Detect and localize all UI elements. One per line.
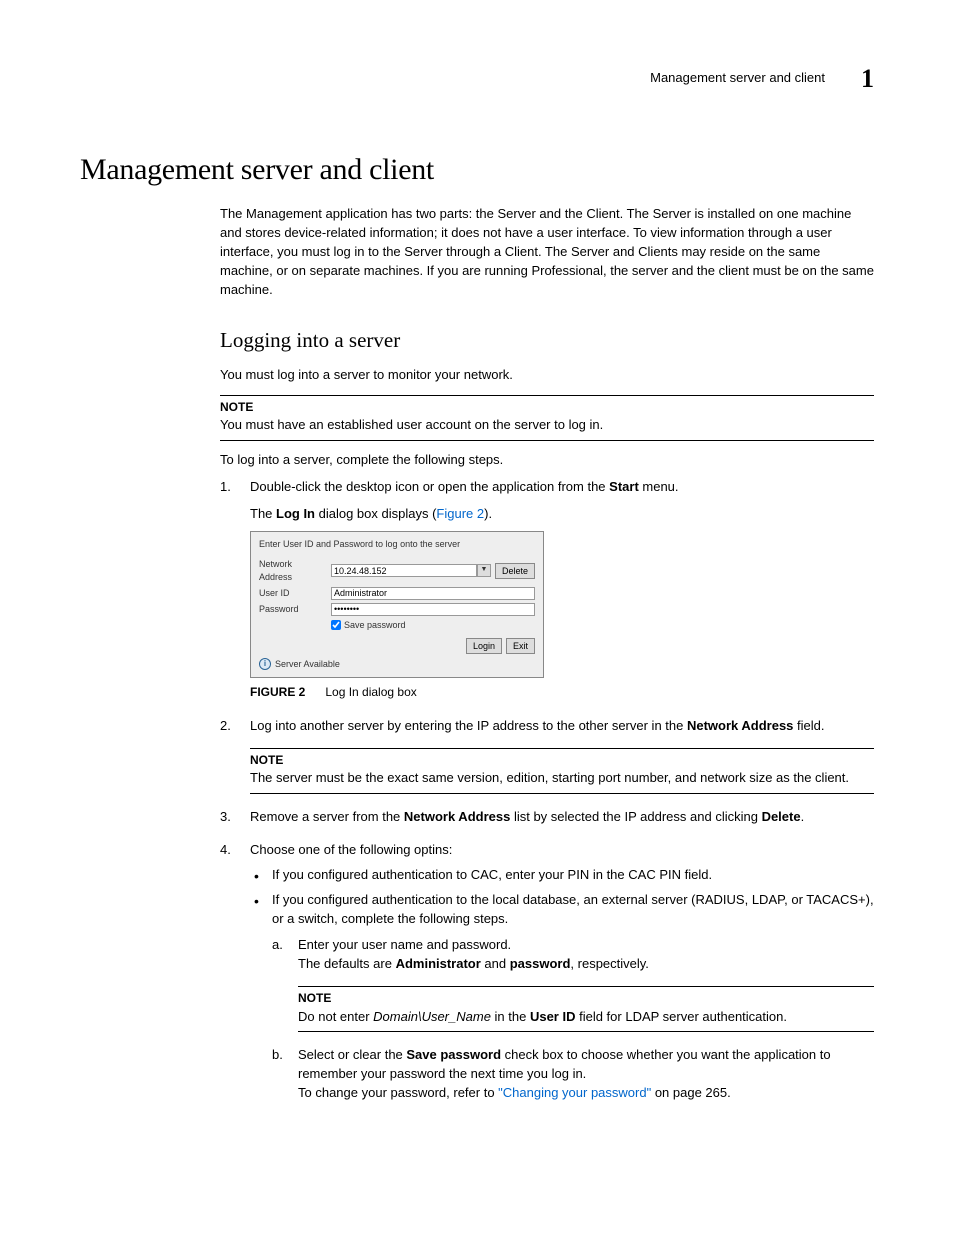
note-text: You must have an established user accoun… — [220, 416, 874, 435]
step-4: Choose one of the following optins: If y… — [220, 841, 874, 1103]
login-dialog: Enter User ID and Password to log onto t… — [250, 531, 544, 677]
figure-2-link[interactable]: Figure 2 — [436, 506, 484, 521]
user-id-input[interactable] — [331, 587, 535, 600]
step-3: Remove a server from the Network Address… — [220, 808, 874, 827]
note-block-3: NOTE Do not enter Domain\User_Name in th… — [298, 986, 874, 1032]
bullet-localdb: If you configured authentication to the … — [250, 891, 874, 1103]
network-address-label: Network Address — [259, 558, 327, 584]
page-title: Management server and client — [80, 148, 874, 192]
password-label: Password — [259, 603, 327, 616]
user-id-label: User ID — [259, 587, 327, 600]
note-label: NOTE — [220, 399, 874, 416]
login-button[interactable]: Login — [466, 638, 502, 654]
bullet-cac: If you configured authentication to CAC,… — [250, 866, 874, 885]
note-block-1: NOTE You must have an established user a… — [220, 395, 874, 441]
step-2: Log into another server by entering the … — [220, 717, 874, 794]
step-1-sub: The Log In dialog box displays (Figure 2… — [250, 505, 874, 524]
running-title: Management server and client — [650, 69, 825, 88]
chapter-number: 1 — [861, 60, 874, 98]
save-password-checkbox[interactable] — [331, 620, 341, 630]
status-text: Server Available — [275, 658, 340, 671]
delete-button[interactable]: Delete — [495, 563, 535, 579]
dialog-instruction: Enter User ID and Password to log onto t… — [259, 538, 535, 551]
note-block-2: NOTE The server must be the exact same v… — [250, 748, 874, 794]
intro-paragraph: The Management application has two parts… — [220, 205, 874, 299]
substep-a: Enter your user name and password. The d… — [272, 936, 874, 1032]
changing-password-link[interactable]: "Changing your password" — [498, 1085, 651, 1100]
section-title: Logging into a server — [220, 325, 874, 355]
network-address-input[interactable] — [331, 564, 477, 577]
figure-caption: FIGURE 2Log In dialog box — [250, 684, 874, 701]
dropdown-button[interactable]: ▼ — [477, 564, 491, 577]
substep-b: Select or clear the Save password check … — [272, 1046, 874, 1103]
step-1: Double-click the desktop icon or open th… — [220, 478, 874, 701]
info-icon: i — [259, 658, 271, 670]
section-lead: You must log into a server to monitor yo… — [220, 366, 874, 385]
password-input[interactable] — [331, 603, 535, 616]
steps-intro: To log into a server, complete the follo… — [220, 451, 874, 470]
running-header: Management server and client 1 — [80, 60, 874, 98]
exit-button[interactable]: Exit — [506, 638, 535, 654]
save-password-label: Save password — [344, 619, 406, 632]
